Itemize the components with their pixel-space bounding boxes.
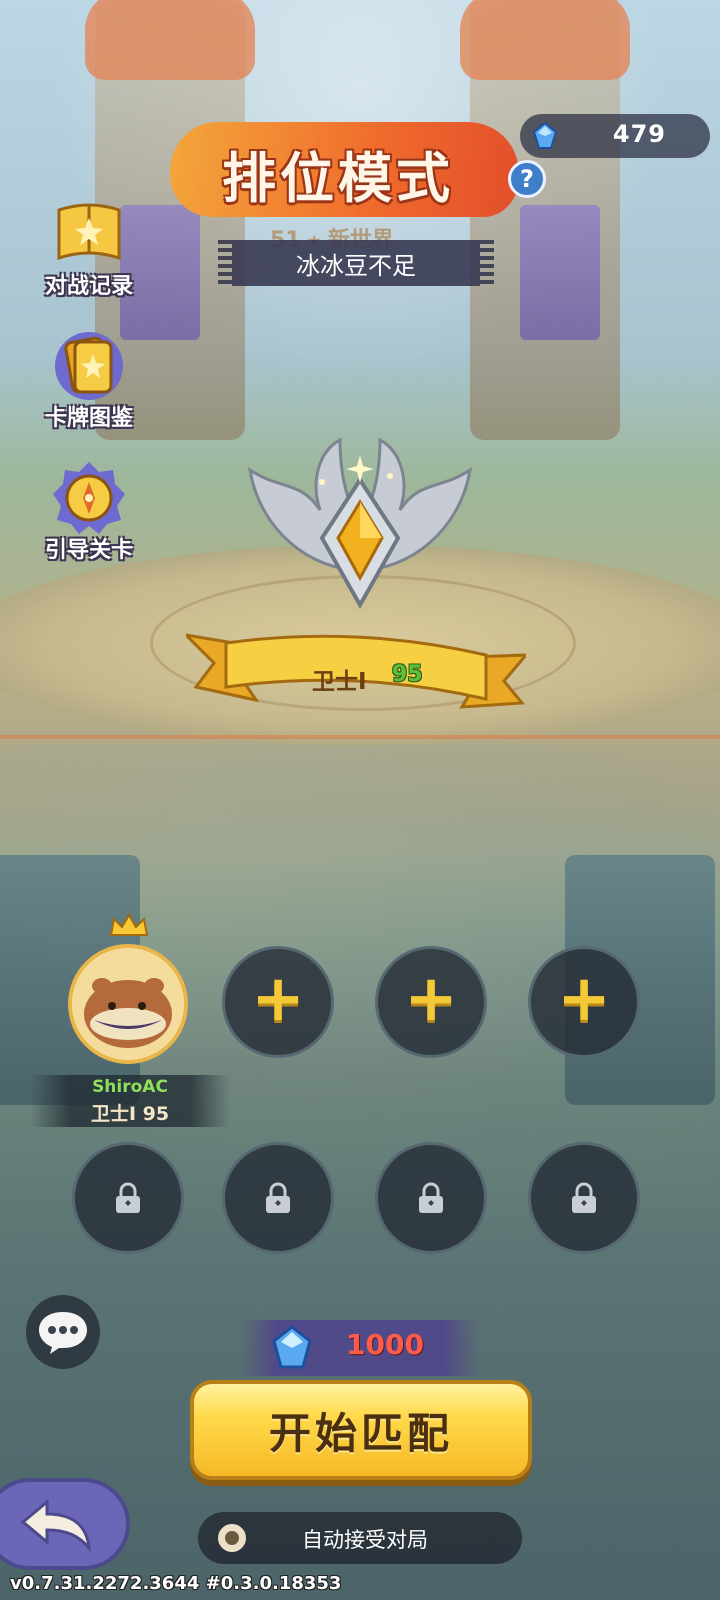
plus-icon: + — [557, 962, 611, 1036]
match-cost-amount: 1000 — [346, 1328, 424, 1361]
compass-icon — [51, 460, 127, 536]
plus-icon: + — [404, 962, 458, 1036]
player-nameplate: ShiroAC 卫士I 95 — [30, 1075, 230, 1127]
insufficient-toast: 冰冰豆不足 — [218, 240, 494, 286]
locked-slot — [528, 1142, 640, 1254]
book-icon — [51, 196, 127, 272]
side-menu-label: 对战记录 — [44, 274, 133, 299]
lock-icon — [116, 1182, 140, 1213]
player-avatar[interactable] — [68, 944, 188, 1064]
back-arrow-icon — [20, 1498, 91, 1552]
lock-icon — [266, 1182, 290, 1213]
lock-icon — [572, 1182, 596, 1213]
side-menu-label: 引导关卡 — [44, 538, 133, 563]
start-match-button[interactable]: 开始匹配 — [190, 1380, 532, 1480]
chat-button[interactable] — [26, 1295, 100, 1369]
auto-accept-toggle[interactable]: 自动接受对局 — [198, 1512, 522, 1564]
currency-amount: 479 — [612, 120, 666, 148]
crown-icon — [109, 913, 149, 936]
player-rank: 卫士I 95 — [90, 1103, 170, 1125]
invite-slot[interactable]: + — [375, 946, 487, 1058]
locked-slot — [375, 1142, 487, 1254]
currency-display[interactable]: 479 — [520, 114, 710, 158]
rank-name: 卫士I — [312, 669, 367, 695]
back-button[interactable] — [0, 1478, 130, 1570]
auto-accept-label: 自动接受对局 — [302, 1528, 428, 1552]
side-menu-label: 卡牌图鉴 — [44, 406, 133, 431]
lock-icon — [419, 1182, 443, 1213]
card-gallery-button[interactable]: 卡牌图鉴 — [30, 328, 148, 432]
start-match-label: 开始匹配 — [268, 1408, 453, 1458]
help-button[interactable]: ? — [508, 160, 546, 198]
version-text: v0.7.31.2272.3644 #0.3.0.18353 — [10, 1573, 342, 1594]
page-title: 排位模式 — [222, 147, 454, 210]
plus-icon: + — [251, 962, 305, 1036]
chat-bubble-icon — [39, 1312, 87, 1354]
rank-badge-icon — [247, 437, 473, 610]
player-name: ShiroAC — [92, 1077, 168, 1097]
battle-record-button[interactable]: 对战记录 — [30, 196, 148, 300]
locked-slot — [222, 1142, 334, 1254]
locked-slot — [72, 1142, 184, 1254]
cards-icon — [51, 328, 127, 404]
invite-slot[interactable]: + — [528, 946, 640, 1058]
match-cost: 1000 — [240, 1320, 480, 1376]
blue-gem-icon — [272, 1325, 312, 1369]
blue-gem-icon — [532, 122, 558, 149]
tutorial-levels-button[interactable]: 引导关卡 — [30, 460, 148, 564]
rank-points: 95 — [392, 662, 423, 687]
title-banner: 排位模式 — [163, 112, 550, 222]
invite-slot[interactable]: + — [222, 946, 334, 1058]
